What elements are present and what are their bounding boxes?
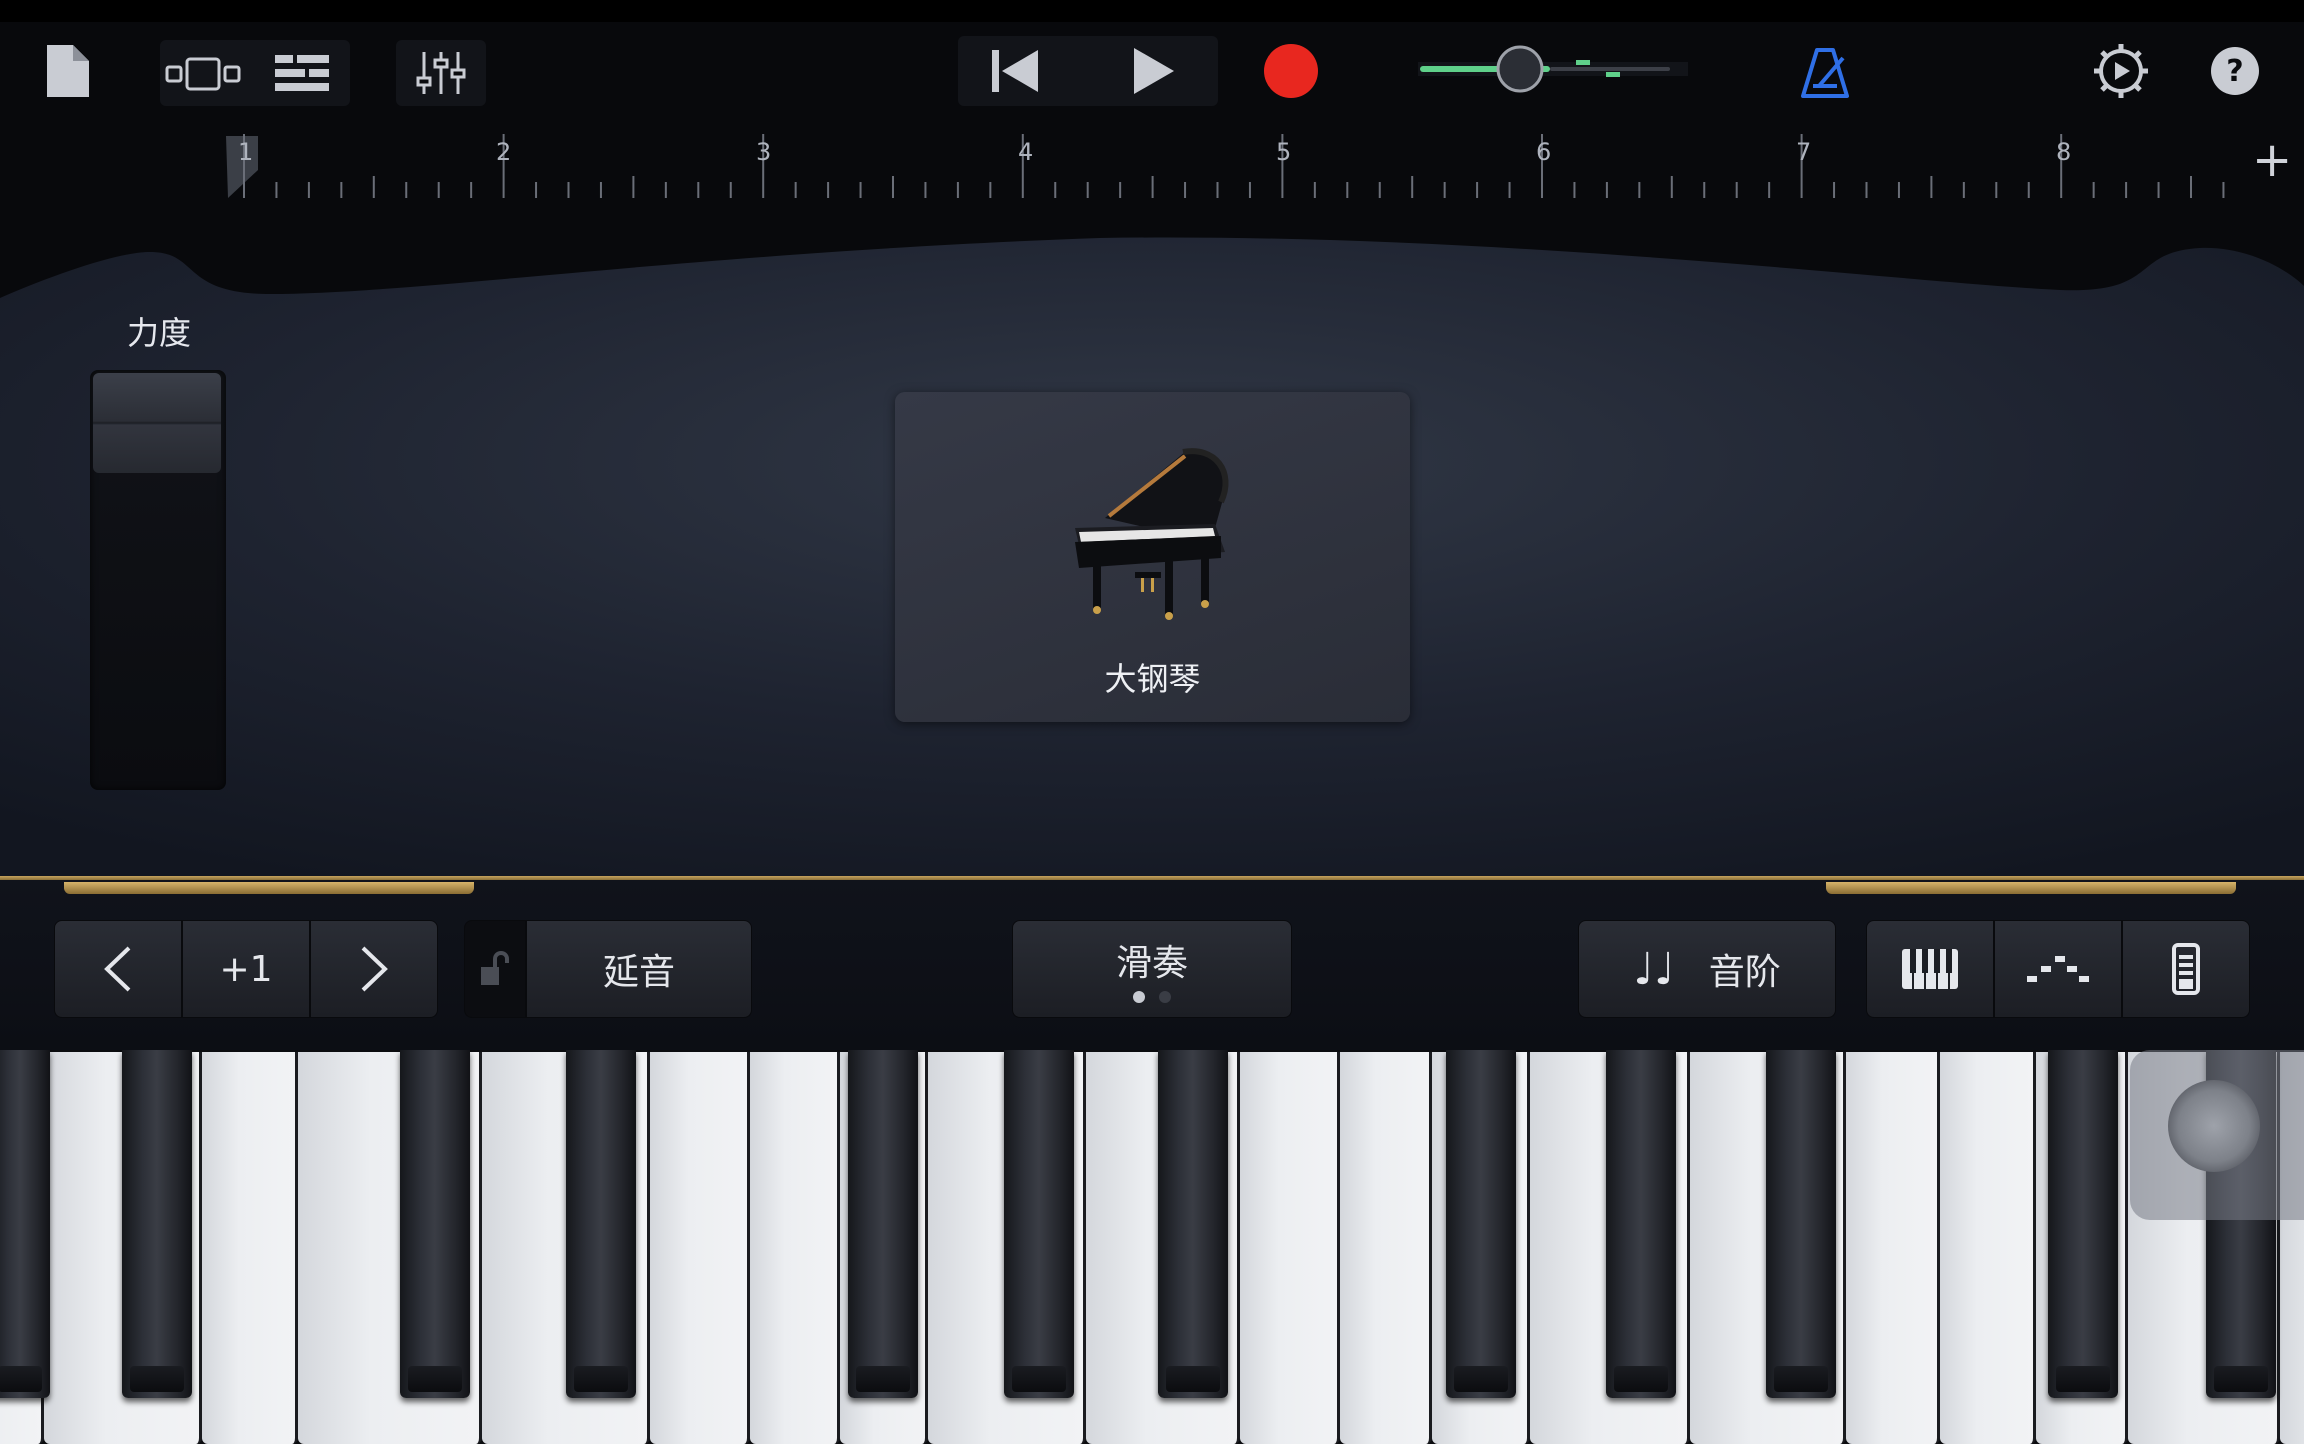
black-key[interactable] [2048, 1050, 2118, 1398]
chevron-right-icon [361, 946, 388, 992]
bar-number-6: 6 [1536, 138, 1552, 166]
timeline-ruler[interactable]: 1 2 3 4 5 6 7 8 + [0, 130, 2304, 202]
black-key[interactable] [566, 1050, 636, 1398]
piano-keys-button[interactable] [1866, 920, 1994, 1018]
rewind-icon[interactable] [970, 40, 1060, 102]
black-key[interactable] [848, 1050, 918, 1398]
bar-number-8: 8 [2056, 138, 2072, 166]
master-volume-slider[interactable] [1418, 40, 1738, 100]
browser-list-icon[interactable] [262, 40, 342, 106]
glissando-page-dots [1013, 991, 1291, 1003]
octave-indicator: +1 [182, 920, 310, 1018]
piano-keyboard[interactable] [0, 1050, 2304, 1444]
white-key[interactable] [650, 1052, 750, 1444]
white-key[interactable] [750, 1052, 840, 1444]
black-key[interactable] [0, 1050, 50, 1398]
black-key[interactable] [1606, 1050, 1676, 1398]
music-notes-icon: ♩♩ [1633, 943, 1675, 995]
black-key[interactable] [1446, 1050, 1516, 1398]
keyboard-size-icon [2172, 943, 2200, 995]
garageband-piano-screen: ? 1 2 3 4 5 6 7 8 + 力度 大钢琴 +1 延音 滑奏 ♩♩ 音… [0, 0, 2304, 1444]
keyboard-size-button[interactable] [2122, 920, 2250, 1018]
bar-number-3: 3 [756, 138, 772, 166]
black-key[interactable] [1158, 1050, 1228, 1398]
metronome-icon[interactable] [1790, 40, 1860, 106]
tracks-view-icon[interactable] [160, 40, 246, 106]
lock-open-icon [481, 951, 509, 985]
glissando-label: 滑奏 [1115, 943, 1188, 984]
touch-indicator [2130, 1050, 2304, 1220]
help-icon[interactable]: ? [2202, 40, 2268, 102]
black-key[interactable] [400, 1050, 470, 1398]
piano-keys-icon [1902, 949, 1958, 989]
scale-label: 音阶 [1708, 952, 1781, 993]
velocity-slider-handle[interactable] [93, 373, 221, 473]
white-key[interactable] [1940, 1052, 2036, 1444]
bar-number-5: 5 [1276, 138, 1292, 166]
octave-down-button[interactable] [54, 920, 182, 1018]
add-section-icon[interactable]: + [2252, 134, 2292, 186]
bar-number-4: 4 [1018, 138, 1034, 166]
black-key[interactable] [1766, 1050, 1836, 1398]
instrument-selector[interactable]: 大钢琴 [895, 392, 1410, 722]
keyboard-scroll-tab-right[interactable] [1826, 882, 2236, 894]
instrument-name: 大钢琴 [1104, 660, 1201, 698]
keyboard-scroll-tab-left[interactable] [64, 882, 474, 894]
white-key[interactable] [1240, 1052, 1340, 1444]
sustain-lock-button[interactable] [464, 920, 526, 1018]
sustain-button[interactable]: 延音 [526, 920, 752, 1018]
keyboard-controls: +1 延音 滑奏 ♩♩ 音阶 [0, 880, 2304, 1050]
octave-up-button[interactable] [310, 920, 438, 1018]
top-toolbar: ? [0, 0, 2304, 130]
black-key[interactable] [1004, 1050, 1074, 1398]
glissando-button[interactable]: 滑奏 [1012, 920, 1292, 1018]
page-dot-active [1133, 991, 1145, 1003]
arpeggiator-icon [2027, 956, 2089, 982]
keyboard-divider [0, 876, 2304, 880]
record-icon[interactable] [1252, 38, 1330, 104]
bar-number-7: 7 [1796, 138, 1812, 166]
white-key[interactable] [1340, 1052, 1432, 1444]
velocity-slider[interactable] [90, 370, 226, 790]
white-key[interactable] [202, 1052, 298, 1444]
page-dot [1159, 991, 1171, 1003]
velocity-label: 力度 [126, 314, 191, 352]
black-key[interactable] [122, 1050, 192, 1398]
bar-number-1: 1 [238, 138, 254, 166]
svg-text:?: ? [2226, 54, 2243, 89]
document-icon[interactable] [40, 40, 96, 102]
chevron-left-icon [104, 946, 131, 992]
bar-number-2: 2 [496, 138, 512, 166]
scale-button[interactable]: ♩♩ 音阶 [1578, 920, 1836, 1018]
mixer-icon[interactable] [396, 40, 486, 106]
play-icon[interactable] [1108, 40, 1198, 102]
instrument-stage: 力度 大钢琴 [0, 202, 2304, 878]
settings-icon[interactable] [2086, 36, 2156, 106]
white-key[interactable] [1846, 1052, 1940, 1444]
grand-piano-icon [1075, 448, 1229, 620]
arpeggiator-button[interactable] [1994, 920, 2122, 1018]
